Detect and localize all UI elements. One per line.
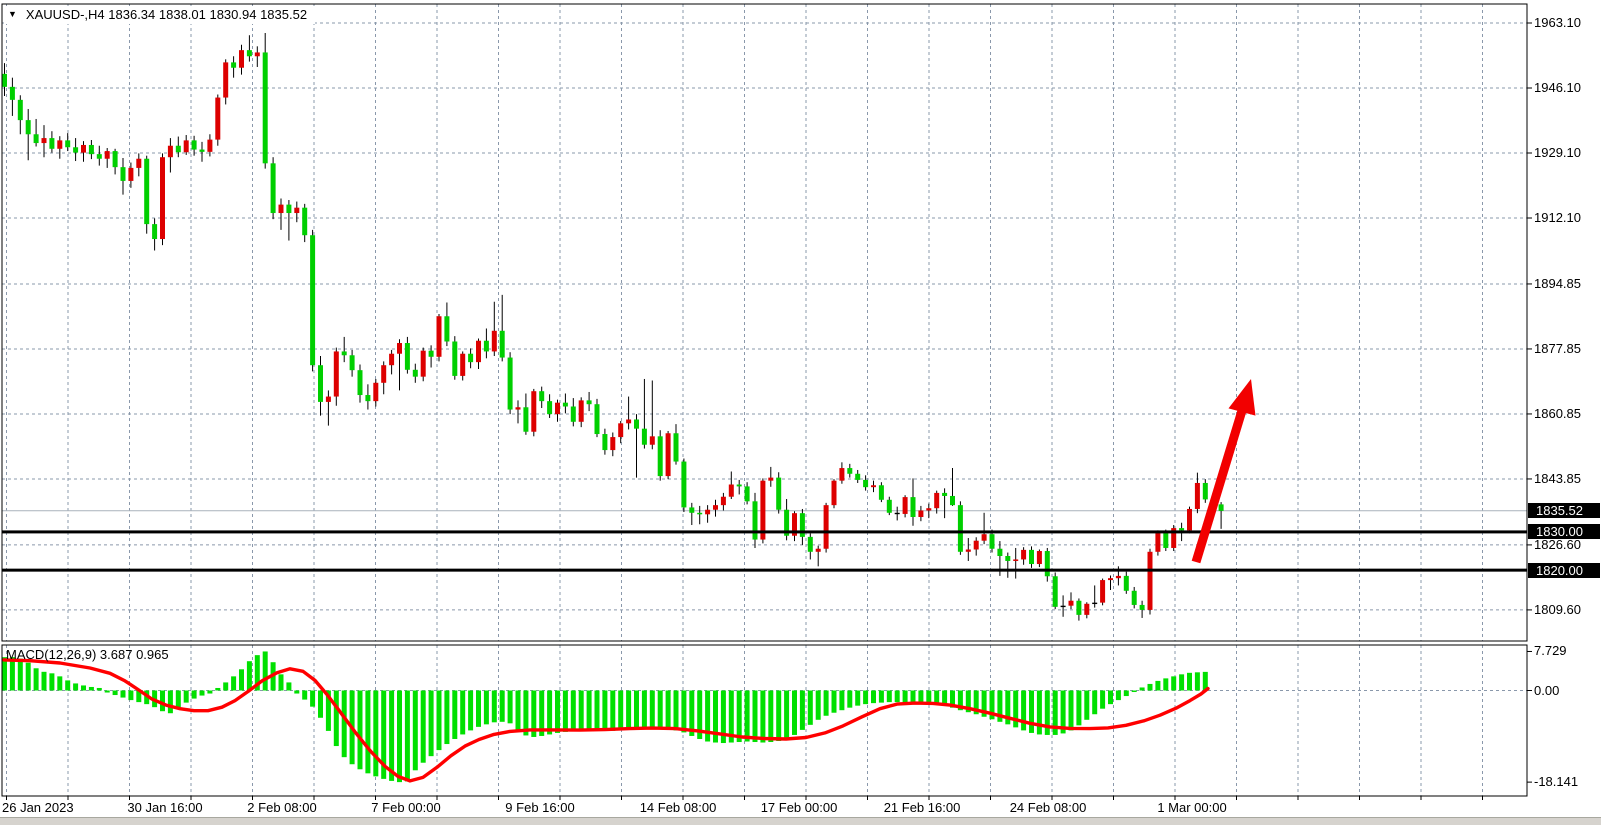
symbol-ohlc-text: XAUUSD-,H4 1836.34 1838.01 1830.94 1835.… <box>26 7 307 22</box>
price-axis-label: 1912.10 <box>1534 211 1600 225</box>
price-axis-label: 1826.60 <box>1534 538 1600 552</box>
price-axis-label: 1963.10 <box>1534 16 1600 30</box>
time-axis-label: 21 Feb 16:00 <box>884 801 961 815</box>
price-axis-label: 1809.60 <box>1534 603 1600 617</box>
chart-canvas[interactable] <box>0 0 1601 825</box>
macd-axis-label: 7.729 <box>1534 644 1600 658</box>
price-axis-label: 1929.10 <box>1534 146 1600 160</box>
macd-axis-label: -18.141 <box>1534 775 1600 789</box>
price-axis[interactable] <box>1528 4 1601 796</box>
level-price-badge: 1820.00 <box>1528 563 1600 578</box>
time-axis-label: 2 Feb 08:00 <box>247 801 316 815</box>
price-axis-label: 1877.85 <box>1534 342 1600 356</box>
time-axis-label: 26 Jan 2023 <box>2 801 74 815</box>
time-axis-label: 24 Feb 08:00 <box>1010 801 1087 815</box>
time-axis-label: 1 Mar 00:00 <box>1157 801 1226 815</box>
current-price-badge: 1835.52 <box>1528 503 1600 518</box>
price-axis-label: 1843.85 <box>1534 472 1600 486</box>
time-axis-label: 9 Feb 16:00 <box>505 801 574 815</box>
symbol-dropdown-icon[interactable]: ▼ <box>8 9 17 19</box>
macd-indicator-label: MACD(12,26,9) 3.687 0.965 <box>6 647 169 662</box>
time-axis-label: 17 Feb 00:00 <box>761 801 838 815</box>
macd-axis-label: 0.00 <box>1534 684 1600 698</box>
window-bottom-strip <box>0 817 1601 825</box>
price-axis-label: 1946.10 <box>1534 81 1600 95</box>
level-price-badge: 1830.00 <box>1528 524 1600 539</box>
time-axis-label: 30 Jan 16:00 <box>127 801 202 815</box>
time-axis-label: 14 Feb 08:00 <box>640 801 717 815</box>
chart-window: ▼ XAUUSD-,H4 1836.34 1838.01 1830.94 183… <box>0 0 1601 825</box>
price-axis-label: 1894.85 <box>1534 277 1600 291</box>
price-axis-label: 1860.85 <box>1534 407 1600 421</box>
time-axis-label: 7 Feb 00:00 <box>371 801 440 815</box>
symbol-info-bar: ▼ XAUUSD-,H4 1836.34 1838.01 1830.94 183… <box>4 6 315 24</box>
